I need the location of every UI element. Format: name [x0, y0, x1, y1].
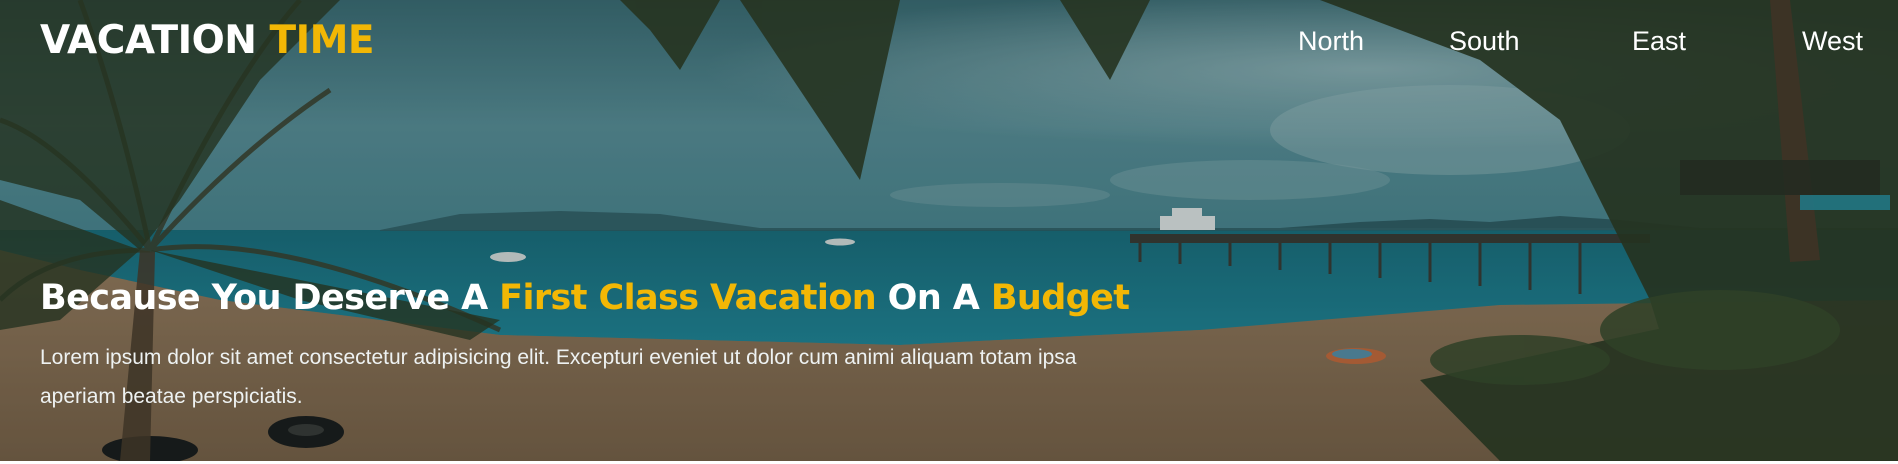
hero-banner: VACATION TIME North South East West Beca… [0, 0, 1898, 461]
headline-text-1: Because You Deserve A [40, 278, 500, 318]
logo-text-accent: TIME [269, 18, 375, 63]
headline-text-2: On A [876, 278, 991, 318]
nav-link-south[interactable]: South [1449, 26, 1520, 57]
site-logo[interactable]: VACATION TIME [40, 18, 375, 63]
headline-highlight-first-class: First Class Vacation [499, 278, 877, 318]
headline-highlight-budget: Budget [990, 278, 1130, 318]
nav-link-east[interactable]: East [1632, 26, 1686, 57]
hero-headline: Because You Deserve A First Class Vacati… [40, 278, 1130, 318]
nav-link-west[interactable]: West [1802, 26, 1863, 57]
main-nav: North South East West [1298, 26, 1898, 66]
hero-description: Lorem ipsum dolor sit amet consectetur a… [40, 346, 1077, 408]
nav-link-north[interactable]: North [1298, 26, 1364, 57]
logo-text-primary: VACATION [40, 18, 270, 63]
